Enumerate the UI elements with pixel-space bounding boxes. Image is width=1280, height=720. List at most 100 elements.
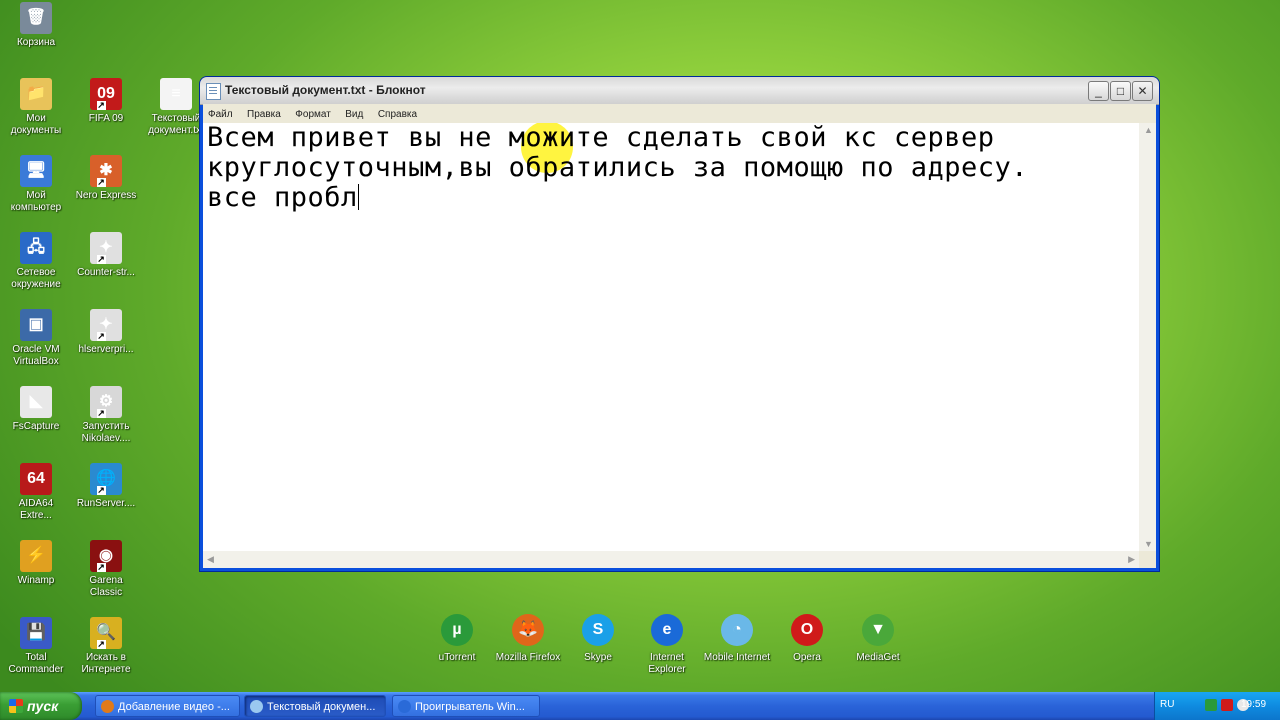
desktop-icon-label: Мой компьютер [10, 190, 62, 213]
desktop-icon-label: Корзина [16, 37, 56, 48]
desktop-icon-label: Nero Express [75, 190, 137, 201]
desktop-icon[interactable]: ▣ Oracle VM VirtualBox [0, 309, 72, 368]
desktop-app-icon: 🌐 [90, 463, 122, 495]
task-add-video[interactable]: Добавление видео -... [95, 695, 240, 717]
menu-view[interactable]: Вид [340, 105, 368, 124]
menu-file[interactable]: Файл [203, 105, 238, 124]
desktop-app-icon: 64 [20, 463, 52, 495]
dock-app-icon: e [651, 614, 683, 646]
dock-app-icon: O [791, 614, 823, 646]
desktop-app-icon: 💾 [20, 617, 52, 649]
dock-icon-label: uTorrent [438, 652, 476, 663]
desktop-icon-label: Сетевое окружение [11, 267, 61, 290]
desktop-icon-label: FIFA 09 [88, 113, 124, 124]
dock-icon-label: Mobile Internet [703, 652, 771, 663]
dock-icon[interactable]: O Opera [771, 614, 843, 664]
desktop-icon-label: Запустить Nikolaev.... [81, 421, 131, 444]
desktop-icon[interactable]: ⚡ Winamp [0, 540, 72, 587]
firefox-icon [101, 700, 114, 713]
notepad-window[interactable]: Текстовый документ.txt - Блокнот _ □ ✕ Ф… [200, 77, 1159, 571]
desktop-icon-label: RunServer.... [76, 498, 136, 509]
dock-icon-label: Internet Explorer [648, 652, 686, 675]
dock-icon[interactable]: ◔ Mobile Internet [701, 614, 773, 664]
desktop-icon-label: Garena Classic [89, 575, 123, 598]
notepad-titlebar[interactable]: Текстовый документ.txt - Блокнот _ □ ✕ [200, 77, 1159, 105]
desktop-icon[interactable]: ◉ Garena Classic [70, 540, 142, 599]
desktop-icon[interactable]: 🖧 Сетевое окружение [0, 232, 72, 291]
dock-app-icon: µ [441, 614, 473, 646]
desktop-app-icon: ✦ [90, 232, 122, 264]
desktop-icon-label: Counter-str... [77, 267, 135, 278]
desktop-icon[interactable]: 🗑 Корзина [0, 2, 72, 49]
dock-icon-label: Mozilla Firefox [495, 652, 561, 663]
window-title: Текстовый документ.txt - Блокнот [225, 83, 426, 97]
desktop-icon-label: AIDA64 Extre... [18, 498, 54, 521]
task-notepad[interactable]: Текстовый докумен... [244, 695, 386, 717]
desktop-icon-label: Winamp [17, 575, 55, 586]
desktop-icon[interactable]: 🖥 Мой компьютер [0, 155, 72, 214]
tray-app-icon[interactable] [1205, 699, 1217, 711]
notepad-icon [206, 83, 221, 100]
desktop-icon[interactable]: 💾 Total Commander [0, 617, 72, 676]
desktop-icon-label: Искать в Интернете [81, 652, 131, 675]
desktop-app-icon: ◉ [90, 540, 122, 572]
close-button[interactable]: ✕ [1132, 81, 1153, 101]
menu-edit[interactable]: Правка [242, 105, 286, 124]
desktop-icon-label: Мои документы [10, 113, 62, 136]
clock[interactable]: 19:59 [1241, 699, 1266, 710]
menu-format[interactable]: Формат [290, 105, 336, 124]
notepad-icon [250, 700, 263, 713]
text-line-3-wrapper: все пробл [203, 183, 1139, 213]
scroll-up-icon[interactable]: ▲ [1144, 125, 1153, 135]
text-caret [357, 184, 359, 210]
desktop-icon[interactable]: 🌐 RunServer.... [70, 463, 142, 510]
desktop-app-icon: ≡ [160, 78, 192, 110]
scroll-down-icon[interactable]: ▼ [1144, 539, 1153, 549]
desktop-icon[interactable]: ✦ hlserverpri... [70, 309, 142, 356]
dock-icon[interactable]: µ uTorrent [421, 614, 493, 664]
dock-app-icon: ◔ [721, 614, 753, 646]
dock-icon-label: Skype [584, 652, 612, 663]
text-editor-area[interactable]: Всем привет вы не можите сделать свой кс… [203, 123, 1139, 551]
dock-app-icon: ▼ [862, 614, 894, 646]
maximize-button[interactable]: □ [1110, 81, 1131, 101]
desktop-icon[interactable]: 64 AIDA64 Extre... [0, 463, 72, 522]
task-label: Текстовый докумен... [267, 701, 376, 713]
desktop-icon-label: Total Commander [8, 652, 64, 675]
desktop-icon[interactable]: 🔍 Искать в Интернете [70, 617, 142, 676]
dock-app-icon: 🦊 [512, 614, 544, 646]
desktop-icon[interactable]: ⚙ Запустить Nikolaev.... [70, 386, 142, 445]
language-indicator[interactable]: RU [1160, 699, 1174, 710]
desktop-icon[interactable]: ✦ Counter-str... [70, 232, 142, 279]
vertical-scrollbar[interactable]: ▲ ▼ [1139, 123, 1156, 551]
task-media-player[interactable]: Проигрыватель Win... [392, 695, 540, 717]
desktop-app-icon: 🖥 [20, 155, 52, 187]
menu-help[interactable]: Справка [373, 105, 422, 124]
media-player-icon [398, 700, 411, 713]
scroll-right-icon[interactable]: ▶ [1128, 554, 1135, 565]
desktop-icon[interactable]: ✱ Nero Express [70, 155, 142, 202]
dock-icon[interactable]: S Skype [562, 614, 634, 664]
desktop-app-icon: ◣ [20, 386, 52, 418]
desktop-app-icon: 🖧 [20, 232, 52, 264]
desktop-app-icon: ⚡ [20, 540, 52, 572]
minimize-button[interactable]: _ [1088, 81, 1109, 101]
scroll-left-icon[interactable]: ◀ [207, 554, 214, 565]
horizontal-scrollbar[interactable]: ◀ ▶ [203, 551, 1139, 568]
task-label: Проигрыватель Win... [415, 701, 525, 713]
dock-icon[interactable]: ▼ MediaGet [842, 614, 914, 664]
tray-flag-icon[interactable] [1221, 699, 1233, 711]
desktop-icon[interactable]: 09 FIFA 09 [70, 78, 142, 125]
dock-icon[interactable]: 🦊 Mozilla Firefox [492, 614, 564, 664]
desktop-icon-label: hlserverpri... [78, 344, 134, 355]
desktop-app-icon: ✱ [90, 155, 122, 187]
desktop-icon[interactable]: ◣ FsCapture [0, 386, 72, 433]
start-label: пуск [27, 698, 59, 714]
desktop-icon[interactable]: 📁 Мои документы [0, 78, 72, 137]
resize-grip[interactable] [1139, 551, 1156, 568]
dock-icon[interactable]: e Internet Explorer [631, 614, 703, 676]
start-button[interactable]: пуск [0, 692, 82, 720]
desktop-app-icon: ✦ [90, 309, 122, 341]
desktop-app-icon: 📁 [20, 78, 52, 110]
text-line-1: Всем привет вы не можите сделать свой кс… [207, 123, 995, 153]
